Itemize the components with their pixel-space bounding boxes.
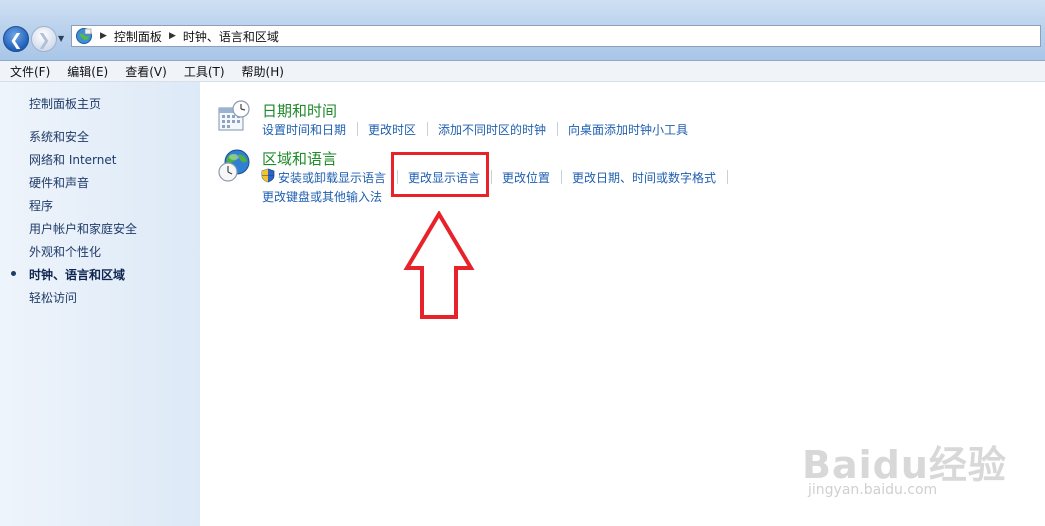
recent-pages-dropdown[interactable]: ▼	[58, 34, 64, 43]
link-divider	[427, 122, 428, 136]
menu-edit[interactable]: 编辑(E)	[57, 63, 115, 80]
sidebar: 控制面板主页 系统和安全 网络和 Internet 硬件和声音 程序 用户帐户和…	[0, 82, 200, 526]
sidebar-item-clock-language-region[interactable]: 时钟、语言和区域	[29, 266, 125, 283]
link-set-time-date[interactable]: 设置时间和日期	[262, 121, 346, 138]
link-change-location[interactable]: 更改位置	[502, 169, 550, 186]
watermark-logo: Baidu经验	[802, 443, 1007, 487]
sidebar-item-ease-of-access[interactable]: 轻松访问	[29, 289, 77, 306]
sidebar-item-hardware-sound[interactable]: 硬件和声音	[29, 174, 89, 191]
back-button[interactable]: ❮	[3, 26, 29, 52]
link-divider	[491, 170, 492, 184]
arrow-left-icon: ❮	[9, 29, 23, 49]
link-change-date-time-number-format[interactable]: 更改日期、时间或数字格式	[572, 169, 716, 186]
breadcrumb-control-panel[interactable]: 控制面板	[114, 28, 162, 45]
link-change-keyboard-input[interactable]: 更改键盘或其他输入法	[262, 188, 382, 205]
breadcrumb-separator-icon[interactable]: ▶	[100, 31, 107, 41]
link-install-display-language[interactable]: 安装或卸载显示语言	[278, 169, 386, 186]
sidebar-item-network-internet[interactable]: 网络和 Internet	[29, 151, 116, 168]
sidebar-item-system-security[interactable]: 系统和安全	[29, 128, 89, 145]
link-divider	[557, 122, 558, 136]
watermark-url: jingyan.baidu.com	[808, 482, 938, 498]
sidebar-item-programs[interactable]: 程序	[29, 197, 53, 214]
forward-button[interactable]: ❯	[31, 26, 57, 52]
annotation-highlight-box	[391, 152, 489, 197]
sidebar-item-home[interactable]: 控制面板主页	[29, 95, 101, 112]
address-toolbar: ❮ ❯ ▼ ▶ 控制面板 ▶ 时钟、语言和区域	[0, 0, 1045, 61]
sidebar-item-appearance[interactable]: 外观和个性化	[29, 243, 101, 260]
menu-tools[interactable]: 工具(T)	[174, 63, 232, 80]
menu-view[interactable]: 查看(V)	[115, 63, 174, 80]
menu-help[interactable]: 帮助(H)	[232, 63, 291, 80]
address-bar[interactable]: ▶ 控制面板 ▶ 时钟、语言和区域	[71, 25, 1041, 47]
link-divider	[561, 170, 562, 184]
link-divider	[357, 122, 358, 136]
breadcrumb-clock-language-region[interactable]: 时钟、语言和区域	[183, 28, 279, 45]
control-panel-icon	[76, 28, 92, 44]
category-title-region-language[interactable]: 区域和语言	[262, 148, 337, 169]
annotation-up-arrow-icon	[403, 211, 475, 319]
active-item-bullet-icon	[11, 271, 16, 276]
uac-shield-icon	[261, 168, 275, 183]
menu-file[interactable]: 文件(F)	[0, 63, 57, 80]
link-add-clock-gadget[interactable]: 向桌面添加时钟小工具	[568, 121, 688, 138]
link-change-timezone[interactable]: 更改时区	[368, 121, 416, 138]
menu-bar: 文件(F) 编辑(E) 查看(V) 工具(T) 帮助(H)	[0, 61, 1045, 82]
breadcrumb-separator-icon[interactable]: ▶	[169, 31, 176, 41]
category-title-date-time[interactable]: 日期和时间	[262, 100, 337, 121]
arrow-right-icon: ❯	[37, 29, 51, 49]
sidebar-item-user-accounts[interactable]: 用户帐户和家庭安全	[29, 220, 137, 237]
calendar-clock-icon	[218, 100, 250, 131]
link-add-clocks[interactable]: 添加不同时区的时钟	[438, 121, 546, 138]
globe-clock-icon	[218, 149, 250, 182]
link-divider	[727, 170, 728, 184]
